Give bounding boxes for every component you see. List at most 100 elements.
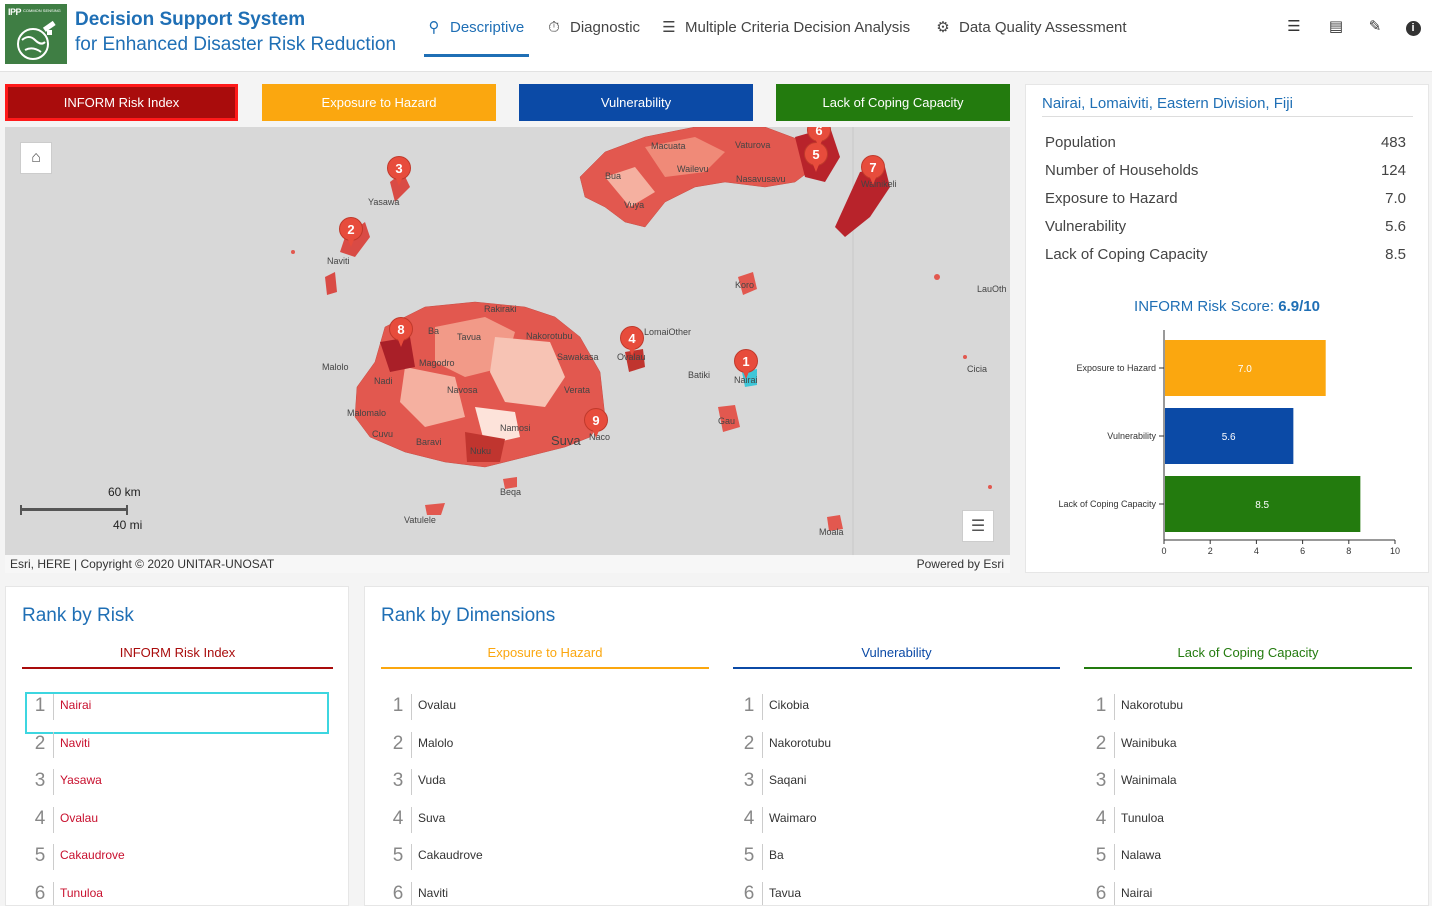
rank-item[interactable]: 6 Naviti [385, 881, 685, 905]
document-icon[interactable]: ▤ [1326, 17, 1346, 37]
rank-item[interactable]: 1 Nakorotubu [1088, 694, 1388, 732]
rank-item[interactable]: 2 Malolo [385, 731, 685, 770]
powered-by-esri[interactable]: Powered by Esri [917, 557, 1004, 571]
risk-rank-list: 1 Nairai 2 Naviti 3 Yasawa 4 Ovalau 5 Cakaudrove 6… [25, 692, 329, 905]
rank-number: 6 [743, 882, 755, 904]
rank-item[interactable]: 6 Tavua [736, 881, 1036, 905]
map-label: Ba [428, 326, 440, 336]
rank-number: 1 [1095, 695, 1107, 716]
rank-by-dimensions-panel: Rank by Dimensions Exposure to Hazard Vu… [364, 586, 1429, 906]
rank-item[interactable]: 2 Naviti [27, 731, 327, 770]
rank-item[interactable]: 4 Ovalau [27, 806, 327, 845]
rank-item[interactable]: 2 Nakorotubu [736, 731, 1036, 770]
stat-value: 124 [1380, 162, 1406, 179]
rank-item[interactable]: 3 Vuda [385, 769, 685, 807]
map-pin[interactable]: 2 [339, 217, 363, 247]
map-label: Baravi [416, 437, 442, 447]
layers-icon[interactable]: ☰ [1284, 17, 1304, 37]
ipp-logo: IPP COMMON SENSING [5, 4, 67, 64]
active-tab-underline [424, 54, 529, 57]
map-pin[interactable]: 6 [807, 127, 831, 148]
rank-item[interactable]: 1 Ovalau [385, 694, 685, 732]
map-pin[interactable]: 7 [861, 155, 885, 185]
col-header-inform[interactable]: INFORM Risk Index [22, 637, 333, 669]
map-label: Vatulele [404, 515, 436, 525]
lack-of-coping-capacity-button[interactable]: Lack of Coping Capacity [776, 84, 1010, 121]
comment-icon[interactable]: ✎ [1365, 17, 1385, 37]
rank-number: 2 [1095, 732, 1107, 754]
rank-item[interactable]: 1 Cikobia [736, 694, 1036, 732]
map-pin[interactable]: 8 [389, 317, 413, 347]
col-header-exposure[interactable]: Exposure to Hazard [381, 637, 709, 669]
chart-category-label: Lack of Coping Capacity [1058, 499, 1156, 509]
col-header-coping[interactable]: Lack of Coping Capacity [1084, 637, 1412, 669]
rank-item[interactable]: 5 Cakaudrove [27, 844, 327, 882]
rank-item[interactable]: 6 Tunuloa [27, 881, 327, 905]
rank-item-name: Ovalau [53, 806, 98, 833]
rank-item-name: Wainibuka [1114, 731, 1177, 758]
map-label: LauOth [977, 284, 1007, 294]
menu-icon: ☰ [970, 518, 986, 535]
stat-value: 8.5 [1385, 246, 1406, 263]
home-button[interactable]: ⌂ [20, 142, 52, 174]
map-label: Suva [551, 433, 581, 448]
chart-x-tick-label: 6 [1300, 546, 1305, 556]
tab-mcda[interactable]: ☰ Multiple Criteria Decision Analysis [659, 16, 910, 38]
map-label: Sawakasa [557, 352, 599, 362]
app-header: IPP COMMON SENSING Decision Support Syst… [0, 0, 1432, 72]
map-label: Beqa [500, 487, 522, 497]
chart-data-label: 7.0 [1238, 364, 1252, 375]
legend-button[interactable]: ☰ [962, 510, 994, 542]
rank-number: 5 [392, 845, 404, 867]
map-label: LomaiOther [644, 327, 692, 337]
rank-item[interactable]: 4 Tunuloa [1088, 806, 1388, 845]
exposure-to-hazard-button[interactable]: Exposure to Hazard [262, 84, 496, 121]
tab-descriptive[interactable]: ⚲ Descriptive [424, 16, 525, 38]
map-label: Naviti [327, 256, 350, 266]
rank-item[interactable]: 3 Wainimala [1088, 769, 1388, 807]
rank-item[interactable]: 1 Nairai [25, 692, 329, 734]
rank-item-name: Nairai [53, 694, 91, 720]
rank-number: 3 [392, 770, 404, 792]
rank-item[interactable]: 5 Ba [736, 844, 1036, 882]
rank-item[interactable]: 6 Nairai [1088, 881, 1388, 905]
tab-diagnostic[interactable]: ⏱ Diagnostic [544, 16, 640, 38]
rank-item-name: Cikobia [762, 694, 809, 720]
chart-category-label: Vulnerability [1107, 431, 1156, 441]
map-label: Bua [605, 171, 622, 181]
info-icon[interactable]: i [1403, 17, 1423, 37]
map-label: Wailevu [677, 164, 709, 174]
map-pin[interactable]: 4 [620, 326, 644, 356]
rank-number: 5 [34, 845, 46, 867]
stat-label: Vulnerability [1045, 218, 1127, 235]
rank-item[interactable]: 4 Waimaro [736, 806, 1036, 845]
map-label: Tavua [457, 332, 482, 342]
inform-risk-index-button[interactable]: INFORM Risk Index [5, 84, 238, 121]
col-header-vulnerability[interactable]: Vulnerability [733, 637, 1060, 669]
chart-x-tick-label: 0 [1161, 546, 1166, 556]
chart-x-tick-label: 10 [1390, 546, 1400, 556]
tab-descriptive-label: Descriptive [450, 18, 525, 36]
rank-item[interactable]: 5 Nalawa [1088, 844, 1388, 882]
map-canvas [291, 127, 992, 557]
map-pin[interactable]: 1 [734, 349, 758, 379]
home-icon: ⌂ [31, 149, 41, 166]
scale-km-label: 60 km [108, 485, 141, 499]
tab-data-quality[interactable]: ⚙ Data Quality Assessment [933, 16, 1126, 38]
rank-item[interactable]: 4 Suva [385, 806, 685, 845]
risk-map[interactable]: Yasawa Naviti Macuata Vaturova Wailevu N… [5, 127, 1010, 573]
vulnerability-button[interactable]: Vulnerability [519, 84, 753, 121]
dimension-bar-chart: 0 2 4 6 8 10 Exposure to Hazard 7.0 Vulnerabilit… [1058, 330, 1400, 556]
rank-item[interactable]: 2 Wainibuka [1088, 731, 1388, 770]
rank-number: 4 [34, 807, 46, 829]
map-pin[interactable]: 9 [584, 408, 608, 438]
rank-number: 4 [392, 807, 404, 829]
rank-item[interactable]: 3 Saqani [736, 769, 1036, 807]
map-pin[interactable]: 3 [387, 156, 411, 186]
rank-number: 1 [392, 695, 404, 716]
map-label: Nuku [470, 446, 492, 456]
rank-item[interactable]: 3 Yasawa [27, 769, 327, 807]
scale-bar [20, 505, 128, 515]
rank-item[interactable]: 5 Cakaudrove [385, 844, 685, 882]
chart-category-label: Exposure to Hazard [1076, 363, 1156, 373]
